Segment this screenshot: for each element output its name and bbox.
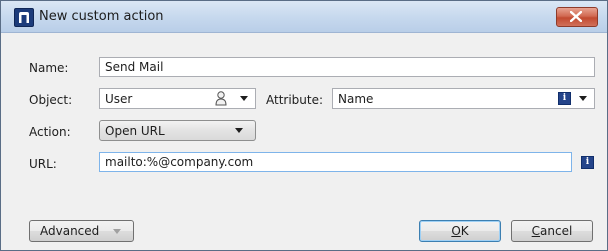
ok-button[interactable]: OK bbox=[419, 220, 501, 242]
info-icon[interactable]: i bbox=[581, 156, 594, 169]
close-button[interactable] bbox=[556, 7, 598, 27]
cancel-button[interactable]: Cancel bbox=[511, 220, 593, 242]
chevron-down-icon bbox=[113, 229, 121, 234]
action-select[interactable]: Open URL bbox=[99, 120, 256, 141]
cancel-label-rest: ancel bbox=[540, 224, 573, 238]
chevron-down-icon bbox=[579, 96, 587, 101]
info-icon[interactable]: i bbox=[558, 92, 571, 105]
action-value: Open URL bbox=[105, 124, 165, 138]
cancel-mnemonic: C bbox=[531, 224, 541, 238]
url-input[interactable]: mailto:%@company.com bbox=[99, 152, 572, 172]
object-select[interactable]: User bbox=[99, 88, 256, 109]
attribute-label: Attribute: bbox=[266, 93, 324, 107]
chevron-down-icon bbox=[240, 96, 248, 101]
advanced-button[interactable]: Advanced bbox=[29, 220, 134, 242]
name-label: Name: bbox=[29, 61, 69, 75]
name-input[interactable]: Send Mail bbox=[99, 57, 595, 77]
object-label: Object: bbox=[29, 93, 73, 107]
action-label: Action: bbox=[29, 125, 71, 139]
chevron-down-icon bbox=[235, 128, 243, 133]
attribute-value: Name bbox=[338, 92, 374, 106]
advanced-label: Advanced bbox=[40, 224, 100, 238]
attribute-select[interactable]: Name i bbox=[332, 88, 595, 109]
app-logo-icon bbox=[14, 8, 34, 27]
window-title: New custom action bbox=[39, 9, 164, 24]
dialog-window: New custom action Name: Send Mail Object… bbox=[0, 0, 608, 251]
title-bar[interactable]: New custom action bbox=[1, 1, 607, 33]
user-icon bbox=[215, 91, 227, 106]
object-value: User bbox=[105, 92, 133, 106]
close-icon bbox=[570, 11, 582, 22]
ok-mnemonic: O bbox=[451, 224, 461, 238]
url-label: URL: bbox=[29, 157, 57, 171]
dialog-content: Name: Send Mail Object: User Attribute: … bbox=[1, 33, 607, 250]
ok-label-rest: K bbox=[460, 224, 469, 238]
